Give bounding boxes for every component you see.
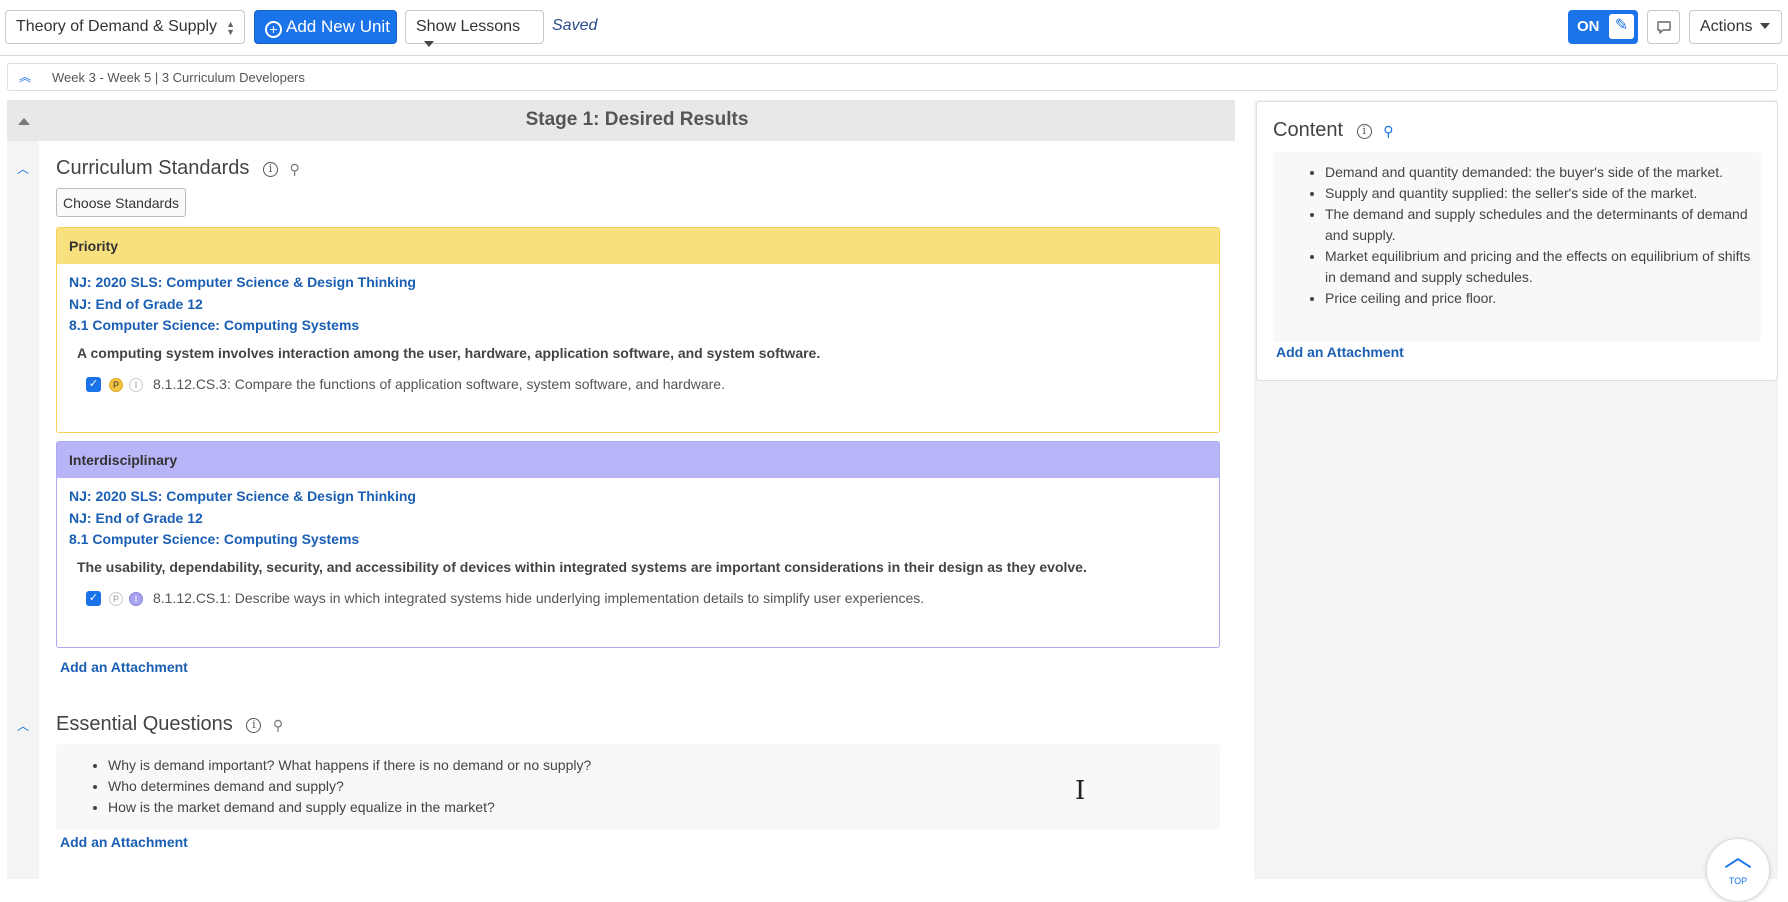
content-heading: Content i ⚲ [1273,119,1393,142]
plus-circle-icon: + [265,21,282,38]
info-icon[interactable]: i [262,162,278,177]
top-label: TOP [1728,876,1748,886]
standard-link[interactable]: 8.1 Computer Science: Computing Systems [57,529,1219,551]
list-item: Supply and quantity supplied: the seller… [1325,183,1751,204]
top-toolbar: Theory of Demand & Supply ▲ ▼ + Add New Un… [0,0,1788,56]
add-new-unit-button[interactable]: + Add New Unit [254,10,397,44]
standard-link[interactable]: NJ: 2020 SLS: Computer Science & Design … [57,272,1219,294]
priority-badge[interactable]: P [109,591,123,606]
collapse-chevron-icon[interactable]: ︽ [19,68,31,85]
unit-select[interactable]: Theory of Demand & Supply ▲ ▼ [5,10,245,44]
content-title: Content [1273,119,1344,141]
standard-checkbox[interactable]: ✓ [86,590,101,606]
content-list: Demand and quantity demanded: the buyer'… [1273,152,1761,309]
standard-item-text: 8.1.12.CS.1: Describe ways in which inte… [153,589,925,606]
standards-collapse-icon[interactable]: ︿ [17,160,29,177]
standards-title: Curriculum Standards [56,157,250,179]
collapse-triangle-icon [18,118,30,125]
content-list-box[interactable]: Demand and quantity demanded: the buyer'… [1273,152,1761,342]
chevron-down-icon [424,41,434,47]
essential-questions-box[interactable]: Why is demand important? What happens if… [56,744,1220,830]
unit-info-bar: ︽ Week 3 - Week 5 | 3 Curriculum Develop… [7,63,1778,91]
essential-add-attachment-link[interactable]: Add an Attachment [60,834,188,850]
standard-link[interactable]: NJ: 2020 SLS: Computer Science & Design … [57,486,1219,508]
show-lessons-label: Show Lessons [416,18,521,35]
toggle-label: ON [1577,18,1600,35]
pin-icon[interactable]: ⚲ [290,161,300,177]
show-lessons-button[interactable]: Show Lessons [405,10,544,47]
saved-status: Saved [552,17,598,34]
standard-description: The usability, dependability, security, … [77,558,1087,575]
essential-questions-list: Why is demand important? What happens if… [56,744,1220,818]
standard-item: ✓ P I 8.1.12.CS.3: Compare the functions… [57,375,1219,395]
standard-item: ✓ P I 8.1.12.CS.1: Describe ways in whic… [57,589,1219,609]
stage-title: Stage 1: Desired Results [39,100,1235,141]
scroll-to-top-button[interactable]: ︿ TOP [1706,838,1770,902]
list-item: The demand and supply schedules and the … [1325,204,1751,246]
list-item: Who determines demand and supply? [108,776,1220,797]
standard-link[interactable]: NJ: End of Grade 12 [57,294,1219,316]
content-card: Content i ⚲ Demand and quantity demanded… [1256,101,1778,381]
info-icon[interactable]: i [246,718,262,733]
left-rail [7,100,39,879]
standard-link[interactable]: 8.1 Computer Science: Computing Systems [57,315,1219,337]
standard-item-text: 8.1.12.CS.3: Compare the functions of ap… [153,375,725,392]
add-new-unit-label: Add New Unit [286,17,390,36]
priority-standards-box: Priority NJ: 2020 SLS: Computer Science … [56,227,1220,433]
list-item: Market equilibrium and pricing and the e… [1325,246,1751,288]
info-icon[interactable]: i [1356,124,1372,139]
edit-mode-toggle[interactable]: ON ✎ [1568,10,1638,44]
stage-collapse-toggle[interactable] [7,100,39,141]
standard-link[interactable]: NJ: End of Grade 12 [57,508,1219,530]
list-item: Price ceiling and price floor. [1325,288,1751,309]
select-arrows-icon: ▲ ▼ [226,19,235,37]
pin-icon[interactable]: ⚲ [273,717,283,733]
content-add-attachment-link[interactable]: Add an Attachment [1276,344,1404,360]
priority-badge[interactable]: P [109,377,123,392]
essential-title: Essential Questions [56,713,233,735]
comment-icon [1656,21,1671,34]
standards-heading: Curriculum Standards i ⚲ [56,157,300,180]
standard-description: A computing system involves interaction … [77,344,821,361]
actions-button[interactable]: Actions [1689,10,1782,44]
list-item: How is the market demand and supply equa… [108,797,1220,818]
chevron-down-icon [1760,23,1771,29]
standard-checkbox[interactable]: ✓ [86,376,101,392]
pencil-icon: ✎ [1609,14,1634,39]
interdisciplinary-badge[interactable]: I [129,591,143,606]
chevron-up-icon: ︿ [1723,841,1752,872]
text-cursor-icon: I [1075,776,1086,806]
priority-header: Priority [57,228,1219,264]
unit-select-value: Theory of Demand & Supply [16,18,217,35]
interdisciplinary-standards-box: Interdisciplinary NJ: 2020 SLS: Computer… [56,441,1220,648]
list-item: Demand and quantity demanded: the buyer'… [1325,162,1751,183]
comment-button[interactable] [1647,10,1680,44]
essential-heading: Essential Questions i ⚲ [56,713,283,736]
list-item: Why is demand important? What happens if… [108,755,1220,776]
unit-info-text: Week 3 - Week 5 | 3 Curriculum Developer… [52,70,305,85]
interdisciplinary-header: Interdisciplinary [57,442,1219,478]
choose-standards-button[interactable]: Choose Standards [56,188,186,217]
interdisciplinary-badge[interactable]: I [129,377,143,392]
actions-label: Actions [1700,18,1753,35]
essential-collapse-icon[interactable]: ︿ [17,717,29,734]
standards-add-attachment-link[interactable]: Add an Attachment [60,659,188,675]
pin-icon[interactable]: ⚲ [1383,123,1393,139]
